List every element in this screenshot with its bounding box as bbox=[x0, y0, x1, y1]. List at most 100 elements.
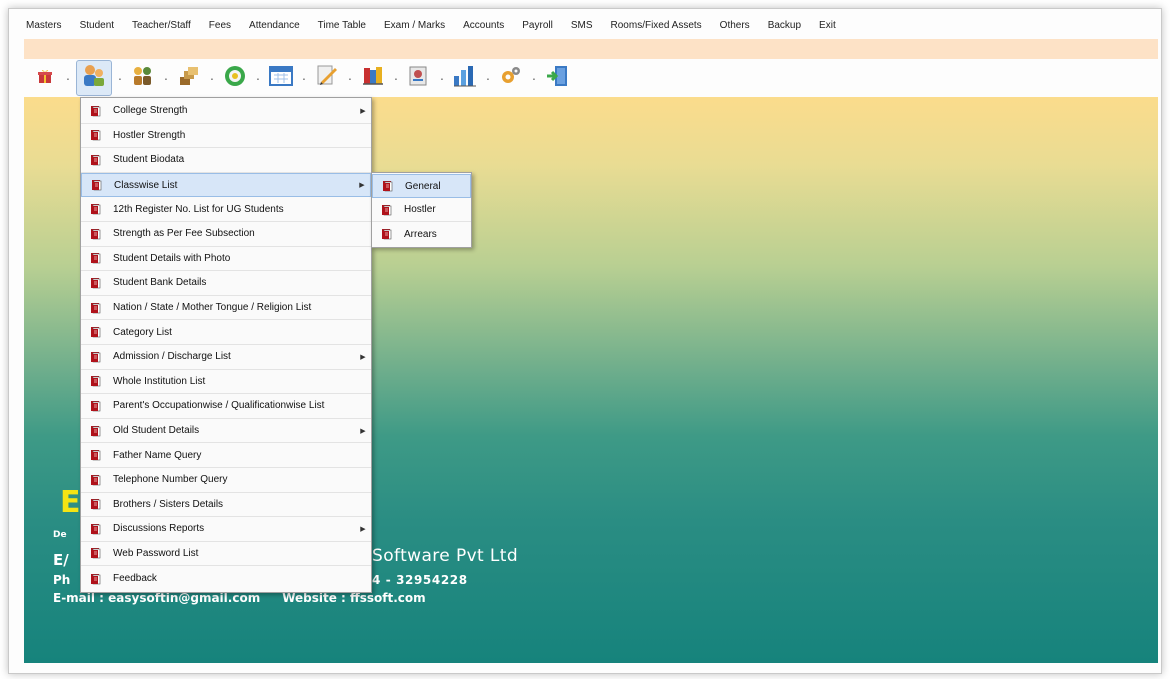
menu-item[interactable]: Discussions Reports ▶ bbox=[81, 517, 371, 542]
menu-item[interactable]: Telephone Number Query bbox=[81, 468, 371, 493]
menu-item-label: Web Password List bbox=[113, 547, 199, 559]
submenu-item-label: General bbox=[405, 180, 441, 192]
menu-item[interactable]: 12th Register No. List for UG Students bbox=[81, 197, 371, 222]
menu-item[interactable]: Category List bbox=[81, 320, 371, 345]
menubar-item[interactable]: Backup bbox=[759, 17, 810, 35]
menubar-item[interactable]: SMS bbox=[562, 17, 602, 35]
settings-toolbar-button[interactable] bbox=[496, 63, 526, 93]
toolbar-dropdown-dot[interactable]: · bbox=[390, 63, 402, 93]
book-icon bbox=[81, 573, 111, 585]
menubar-item[interactable]: Exam / Marks bbox=[375, 17, 454, 35]
book-icon bbox=[81, 547, 111, 559]
menu-item-label: Classwise List bbox=[114, 179, 178, 191]
menu-item-label: Category List bbox=[113, 326, 172, 338]
calendar-icon bbox=[269, 65, 293, 92]
book-icon bbox=[81, 523, 111, 535]
green-circle-toolbar-button[interactable] bbox=[220, 63, 250, 93]
menubar-item[interactable]: Payroll bbox=[513, 17, 562, 35]
brand-logo: E bbox=[60, 485, 81, 520]
toolbar-dropdown-dot[interactable]: · bbox=[298, 63, 310, 93]
calendar-toolbar-button[interactable] bbox=[266, 63, 296, 93]
menu-item-label: Discussions Reports bbox=[113, 523, 205, 535]
pencil-toolbar-button[interactable] bbox=[312, 63, 342, 93]
menu-item[interactable]: College Strength ▶ bbox=[81, 99, 371, 124]
submenu-item[interactable]: Hostler bbox=[372, 198, 471, 222]
menu-item-label: Strength as Per Fee Subsection bbox=[113, 228, 255, 240]
book-icon bbox=[373, 180, 403, 192]
toolbar-dropdown-dot[interactable]: · bbox=[344, 63, 356, 93]
book-icon bbox=[81, 228, 111, 240]
menu-item-label: Whole Institution List bbox=[113, 375, 206, 387]
brand-company-name: Software Pvt Ltd bbox=[372, 546, 519, 566]
book-icon bbox=[81, 129, 111, 141]
people-toolbar-button[interactable] bbox=[128, 63, 158, 93]
brand-phone-number: 4 - 32954228 bbox=[372, 573, 468, 587]
menubar-item[interactable]: Teacher/Staff bbox=[123, 17, 200, 35]
menu-item[interactable]: Brothers / Sisters Details bbox=[81, 493, 371, 518]
menu-item[interactable]: Feedback bbox=[81, 566, 371, 591]
menubar-item[interactable]: Student bbox=[71, 17, 123, 35]
toolbar-dropdown-dot[interactable]: · bbox=[482, 63, 494, 93]
toolbar-dropdown-dot[interactable]: · bbox=[160, 63, 172, 93]
gift-icon bbox=[37, 68, 53, 89]
students-icon bbox=[81, 63, 107, 94]
settings-icon bbox=[499, 64, 523, 93]
status-strip bbox=[24, 39, 1158, 59]
menu-item[interactable]: Web Password List bbox=[81, 542, 371, 567]
menu-item[interactable]: Hostler Strength bbox=[81, 124, 371, 149]
exit-door-toolbar-button[interactable] bbox=[542, 63, 572, 93]
book-icon bbox=[81, 425, 111, 437]
menu-item[interactable]: Father Name Query bbox=[81, 443, 371, 468]
card-toolbar-button[interactable] bbox=[404, 63, 434, 93]
menu-item-label: Feedback bbox=[113, 573, 157, 585]
toolbar-dropdown-dot[interactable]: · bbox=[114, 63, 126, 93]
brand-contact-line: E-mail : easysoftin@gmail.com Website : f… bbox=[53, 591, 426, 605]
menu-item-label: Student Details with Photo bbox=[113, 252, 231, 264]
chart-icon bbox=[452, 64, 478, 93]
book-icon bbox=[372, 228, 402, 240]
students-toolbar-button[interactable] bbox=[76, 60, 112, 96]
menu-item[interactable]: Strength as Per Fee Subsection bbox=[81, 222, 371, 247]
menubar-item[interactable]: Time Table bbox=[309, 17, 375, 35]
books-icon bbox=[361, 64, 385, 93]
toolbar-dropdown-dot[interactable]: · bbox=[252, 63, 264, 93]
book-icon bbox=[81, 449, 111, 461]
menu-item[interactable]: Admission / Discharge List ▶ bbox=[81, 345, 371, 370]
menu-item[interactable]: Student Details with Photo bbox=[81, 247, 371, 272]
book-icon bbox=[81, 154, 111, 166]
menu-item-label: Student Bank Details bbox=[113, 277, 207, 289]
submenu-item[interactable]: Arrears bbox=[372, 222, 471, 246]
menu-item[interactable]: Student Bank Details bbox=[81, 271, 371, 296]
menubar-item[interactable]: Exit bbox=[810, 17, 845, 35]
people-icon bbox=[132, 65, 154, 92]
card-icon bbox=[407, 64, 431, 93]
toolbar-dropdown-dot[interactable]: · bbox=[528, 63, 540, 93]
menubar-item[interactable]: Fees bbox=[200, 17, 240, 35]
menubar-item[interactable]: Accounts bbox=[454, 17, 513, 35]
books-toolbar-button[interactable] bbox=[358, 63, 388, 93]
chart-toolbar-button[interactable] bbox=[450, 63, 480, 93]
menu-item[interactable]: Nation / State / Mother Tongue / Religio… bbox=[81, 296, 371, 321]
menubar-item[interactable]: Attendance bbox=[240, 17, 309, 35]
menubar-item[interactable]: Rooms/Fixed Assets bbox=[602, 17, 711, 35]
brand-email: E-mail : easysoftin@gmail.com bbox=[53, 591, 261, 605]
menu-item[interactable]: Whole Institution List bbox=[81, 370, 371, 395]
brand-phone-prefix: Ph bbox=[53, 573, 71, 587]
coins-icon bbox=[178, 65, 200, 92]
menu-item[interactable]: Parent's Occupationwise / Qualificationw… bbox=[81, 394, 371, 419]
toolbar-dropdown-dot[interactable]: · bbox=[62, 63, 74, 93]
menu-item-label: Brothers / Sisters Details bbox=[113, 498, 224, 510]
menubar-item[interactable]: Masters bbox=[14, 17, 71, 35]
submenu-item[interactable]: General bbox=[372, 174, 471, 198]
menu-item-label: Old Student Details bbox=[113, 425, 200, 437]
coins-toolbar-button[interactable] bbox=[174, 63, 204, 93]
brand-website: Website : ffssoft.com bbox=[282, 591, 426, 605]
menu-item[interactable]: Classwise List ▶ bbox=[81, 172, 371, 198]
gift-toolbar-button[interactable] bbox=[30, 63, 60, 93]
menu-item[interactable]: Old Student Details ▶ bbox=[81, 419, 371, 444]
exit-door-icon bbox=[545, 64, 569, 93]
toolbar-dropdown-dot[interactable]: · bbox=[206, 63, 218, 93]
menu-item[interactable]: Student Biodata bbox=[81, 148, 371, 173]
menubar-item[interactable]: Others bbox=[711, 17, 759, 35]
toolbar-dropdown-dot[interactable]: · bbox=[436, 63, 448, 93]
